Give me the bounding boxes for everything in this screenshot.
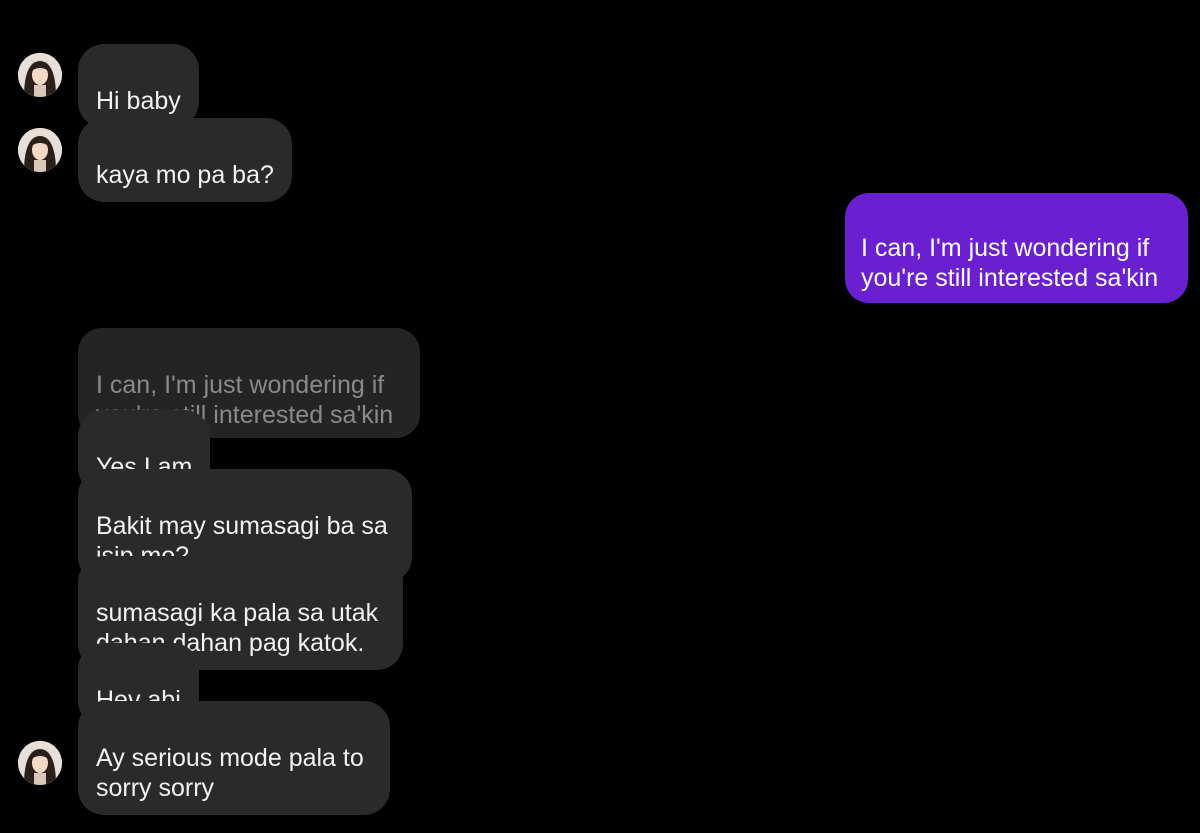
message-text: I can, I'm just wondering if you're stil… bbox=[861, 234, 1159, 292]
message-bubble[interactable]: kaya mo pa ba? bbox=[78, 118, 292, 202]
contact-avatar[interactable] bbox=[18, 741, 62, 785]
message-bubble[interactable]: Hi baby bbox=[78, 44, 199, 128]
message-text: Hi baby bbox=[96, 87, 181, 115]
message-bubble[interactable]: Ay serious mode pala to sorry sorry bbox=[78, 701, 390, 815]
contact-avatar-icon bbox=[18, 741, 62, 785]
contact-avatar-icon bbox=[18, 128, 62, 172]
contact-avatar[interactable] bbox=[18, 53, 62, 97]
contact-avatar[interactable] bbox=[18, 128, 62, 172]
outgoing-message-bubble[interactable]: I can, I'm just wondering if you're stil… bbox=[845, 193, 1188, 303]
message-text: Ay serious mode pala to sorry sorry bbox=[96, 744, 364, 802]
contact-avatar-icon bbox=[18, 53, 62, 97]
message-text: kaya mo pa ba? bbox=[96, 161, 274, 189]
